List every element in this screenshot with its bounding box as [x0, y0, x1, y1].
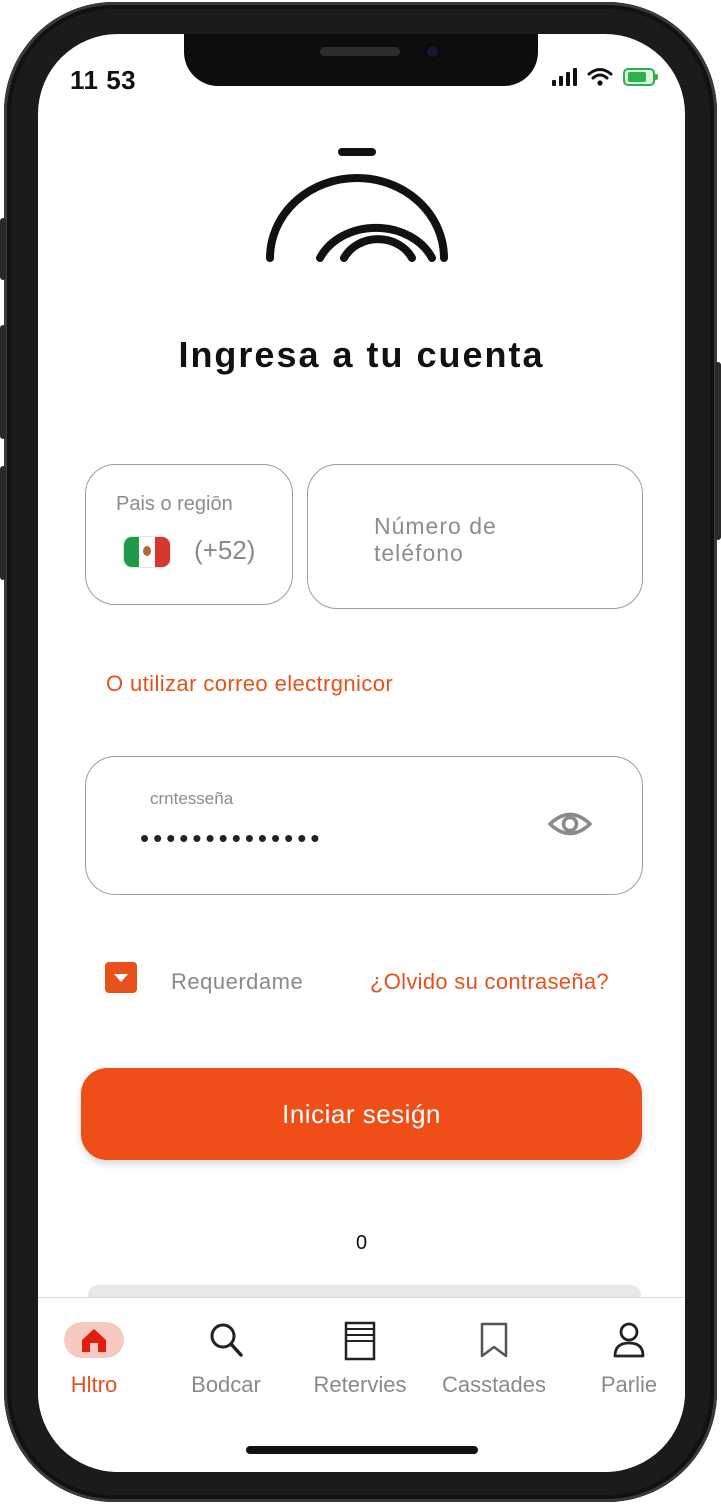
country-selector[interactable]: Pais o regiōn (+52) [85, 464, 293, 605]
check-icon [114, 973, 128, 982]
phone-side-button [0, 325, 6, 439]
eye-icon[interactable] [548, 809, 592, 839]
tab-search-label: Bodcar [191, 1372, 261, 1397]
status-time: 11 53 [70, 65, 137, 95]
battery-icon [623, 68, 658, 86]
dial-code: (+52) [194, 535, 256, 565]
front-camera [424, 43, 441, 60]
remember-me-label: Requerdame [171, 969, 304, 994]
phone-number-input[interactable]: Número de teléfono [307, 464, 643, 609]
app-logo-icon [266, 148, 448, 262]
password-value: •••••••••••••• [140, 823, 324, 853]
country-label: Pais o regiōn [116, 493, 233, 515]
phone-side-button [0, 466, 6, 580]
page-title: Ingresa a tu cuenta [178, 334, 545, 375]
mexico-flag-icon [124, 537, 170, 567]
phone-side-button [715, 362, 721, 540]
counter-text: 0 [355, 1232, 368, 1254]
speaker-grille [320, 47, 400, 56]
wifi-icon [587, 68, 613, 86]
phone-side-button [0, 218, 6, 280]
phone-screen: 11 53 Ingresa a tu cuenta Pais o regiōn … [38, 34, 685, 1472]
tab-reservations[interactable]: Retervies [295, 1318, 425, 1398]
remember-me-checkbox[interactable] [105, 962, 137, 993]
tab-saved[interactable]: Casstades [429, 1318, 559, 1398]
password-input[interactable]: crntesseña •••••••••••••• [85, 756, 643, 895]
phone-number-placeholder: Número de teléfono [374, 513, 497, 566]
tab-profile-label: Parlie [600, 1372, 658, 1397]
home-indicator [246, 1446, 478, 1454]
user-icon [613, 1322, 645, 1358]
receipt-icon [344, 1321, 376, 1361]
tab-saved-label: Casstades [442, 1372, 546, 1397]
tab-home-label: Hltro [70, 1372, 118, 1397]
status-icons [552, 67, 658, 87]
cellular-signal-icon [552, 68, 577, 86]
home-icon [82, 1329, 106, 1352]
tab-profile[interactable]: Parlie [564, 1318, 685, 1398]
bookmark-icon [480, 1322, 508, 1358]
forgot-password-link[interactable]: ¿Olvido su contraseña? [370, 969, 609, 995]
use-email-link[interactable]: O utilizar correo electrgnicor [106, 671, 393, 697]
tab-home[interactable]: Hltro [38, 1318, 159, 1398]
search-icon [210, 1323, 243, 1357]
notch [184, 34, 538, 86]
password-label: crntesseña [150, 789, 234, 808]
login-button[interactable]: Iniciar sesiǵn [81, 1068, 642, 1160]
tab-search[interactable]: Bodcar [161, 1318, 291, 1398]
tab-reservations-label: Retervies [313, 1372, 407, 1397]
